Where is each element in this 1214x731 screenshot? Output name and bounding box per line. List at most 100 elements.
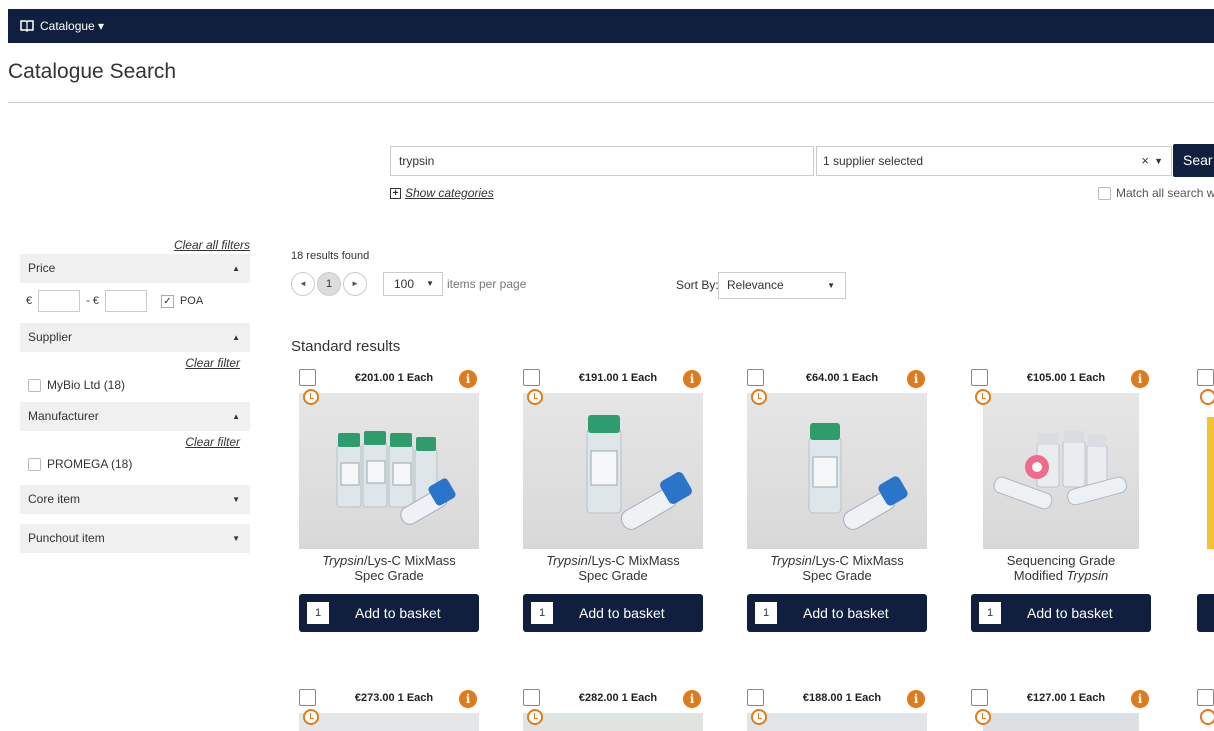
facet-price-label: Price — [28, 261, 56, 275]
add-to-basket-button[interactable]: 1 Add to basket — [523, 594, 703, 632]
clock-icon — [527, 389, 543, 405]
product-select-checkbox[interactable] — [971, 369, 988, 386]
product-select-checkbox[interactable] — [523, 369, 540, 386]
current-page-button[interactable]: 1 — [317, 272, 341, 296]
product-select-checkbox[interactable] — [971, 689, 988, 706]
show-categories-link[interactable]: Show categories — [405, 186, 494, 200]
match-all-checkbox[interactable] — [1098, 186, 1111, 200]
chevron-down-icon[interactable]: ▼ — [1154, 147, 1163, 175]
product-price: €105.00 1 Each — [1026, 372, 1106, 384]
match-all-label: Match all search w — [1116, 186, 1214, 200]
product-price: €273.00 1 Each — [354, 692, 434, 704]
info-icon[interactable]: i — [459, 690, 477, 708]
price-min-input[interactable] — [38, 290, 81, 312]
product-image[interactable] — [299, 393, 479, 549]
clock-icon — [527, 709, 543, 725]
search-input[interactable]: trypsin — [390, 146, 814, 176]
filter-sidebar: Clear all filters Price ▲ € - € ✓ POA Su… — [20, 238, 250, 553]
clear-supplier-filter-link[interactable]: Clear filter — [20, 352, 250, 374]
add-to-basket-button[interactable]: 1 Add to basket — [747, 594, 927, 632]
quantity-input[interactable]: 1 — [755, 602, 777, 624]
product-name-line2: Spec Grade — [354, 568, 424, 583]
product-price: €64.00 1 Each — [805, 372, 879, 384]
product-name[interactable]: Trypsin/Lys-C MixMass Spec Grade — [523, 553, 703, 583]
product-select-checkbox[interactable] — [523, 689, 540, 706]
results-count: 18 results found — [291, 250, 370, 262]
product-select-checkbox[interactable] — [747, 369, 764, 386]
facet-manufacturer[interactable]: Manufacturer ▲ — [20, 402, 250, 431]
product-select-checkbox[interactable] — [299, 689, 316, 706]
product-price: €191.00 1 Each — [578, 372, 658, 384]
quantity-input[interactable]: 1 — [307, 602, 329, 624]
product-name[interactable]: Sequencing Grade Modified Trypsin — [971, 553, 1151, 583]
product-image[interactable] — [747, 393, 927, 549]
clock-icon — [751, 389, 767, 405]
product-card-partial — [1197, 369, 1214, 634]
page-title: Catalogue Search — [8, 60, 177, 83]
catalogue-menu[interactable]: Catalogue ▾ — [40, 19, 104, 33]
quantity-input[interactable]: 1 — [979, 602, 1001, 624]
items-per-page-select[interactable]: 100 ▼ — [383, 272, 443, 296]
product-name[interactable]: Trypsin/Lys-C MixMass Spec Grade — [747, 553, 927, 583]
info-icon[interactable]: i — [1131, 370, 1149, 388]
add-to-basket-button[interactable] — [1197, 594, 1214, 632]
poa-label: POA — [179, 295, 204, 307]
add-to-basket-button[interactable]: 1 Add to basket — [299, 594, 479, 632]
price-max-input[interactable] — [104, 290, 147, 312]
product-image[interactable] — [299, 713, 479, 731]
price-separator: - € — [86, 295, 99, 307]
manufacturer-option[interactable]: PROMEGA (18) — [20, 453, 250, 475]
clear-manufacturer-filter-link[interactable]: Clear filter — [20, 431, 250, 453]
chevron-up-icon: ▲ — [232, 264, 240, 273]
product-image[interactable] — [747, 713, 927, 731]
previous-page-button[interactable]: ◄ — [291, 272, 315, 296]
product-select-checkbox[interactable] — [299, 369, 316, 386]
facet-price[interactable]: Price ▲ — [20, 254, 250, 283]
info-icon[interactable]: i — [459, 370, 477, 388]
clock-icon — [1200, 389, 1214, 405]
product-select-checkbox[interactable] — [747, 689, 764, 706]
product-image[interactable] — [523, 713, 703, 731]
clock-icon — [975, 389, 991, 405]
items-per-page-value: 100 — [394, 277, 415, 291]
match-all-option[interactable]: Match all search w — [1098, 186, 1214, 200]
search-button[interactable]: Sear — [1173, 144, 1214, 177]
manufacturer-option-checkbox[interactable] — [28, 457, 41, 471]
facet-punchout-item-label: Punchout item — [28, 531, 105, 545]
product-card-partial — [1197, 689, 1214, 731]
info-icon[interactable]: i — [907, 370, 925, 388]
next-page-button[interactable]: ► — [343, 272, 367, 296]
info-icon[interactable]: i — [907, 690, 925, 708]
info-icon[interactable]: i — [683, 370, 701, 388]
quantity-input[interactable]: 1 — [531, 602, 553, 624]
divider — [8, 102, 1214, 103]
sort-by-select[interactable]: Relevance ▼ — [718, 272, 846, 299]
show-categories[interactable]: + Show categories — [390, 186, 494, 200]
clear-icon[interactable]: × — [1141, 147, 1149, 175]
product-name[interactable]: Trypsin/Lys-C MixMass Spec Grade — [299, 553, 479, 583]
facet-punchout-item[interactable]: Punchout item ▼ — [20, 524, 250, 553]
facet-core-item[interactable]: Core item ▼ — [20, 485, 250, 514]
manufacturer-option-label: PROMEGA (18) — [47, 457, 133, 471]
supplier-option[interactable]: MyBio Ltd (18) — [20, 374, 250, 396]
product-name-rest: /Lys-C MixMass — [811, 553, 904, 568]
add-to-basket-button[interactable]: 1 Add to basket — [971, 594, 1151, 632]
supplier-select[interactable]: 1 supplier selected × ▼ — [816, 146, 1172, 176]
product-select-checkbox[interactable] — [1197, 689, 1214, 706]
info-icon[interactable]: i — [683, 690, 701, 708]
product-image[interactable] — [523, 393, 703, 549]
product-image[interactable] — [1207, 417, 1214, 549]
product-name-line1: Sequencing Grade — [1006, 553, 1116, 568]
clock-icon — [303, 709, 319, 725]
supplier-option-checkbox[interactable] — [28, 378, 41, 392]
supplier-select-value: 1 supplier selected — [823, 154, 924, 168]
supplier-option-label: MyBio Ltd (18) — [47, 378, 126, 392]
product-image[interactable] — [983, 713, 1139, 731]
poa-checkbox[interactable]: ✓ — [160, 294, 174, 308]
product-image[interactable] — [983, 393, 1139, 549]
clear-all-filters-link[interactable]: Clear all filters — [20, 238, 250, 254]
info-icon[interactable]: i — [1131, 690, 1149, 708]
facet-supplier[interactable]: Supplier ▲ — [20, 323, 250, 352]
product-select-checkbox[interactable] — [1197, 369, 1214, 386]
facet-core-item-label: Core item — [28, 492, 81, 506]
